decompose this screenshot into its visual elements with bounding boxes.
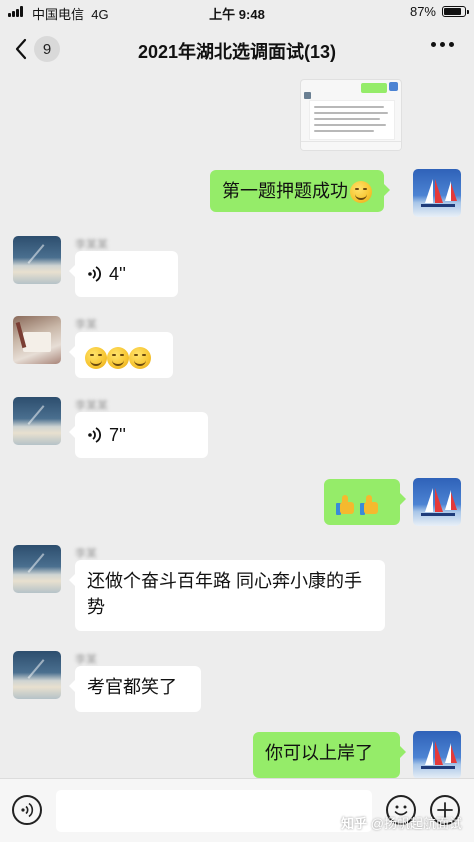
status-time: 上午 9:48: [209, 7, 265, 22]
chat-title: 2021年湖北选调面试(13): [137, 42, 337, 62]
voice-wave-icon: [88, 427, 101, 443]
sender-name: 李某某: [75, 239, 108, 251]
voice-message[interactable]: 4'': [69, 251, 178, 297]
image-message[interactable]: [300, 79, 402, 151]
battery-percent: 87%: [409, 4, 436, 19]
sender-name: 李某: [75, 319, 97, 331]
message-bubble[interactable]: 考官都笑了: [69, 666, 201, 712]
avatar[interactable]: [13, 236, 61, 284]
avatar[interactable]: [413, 478, 461, 526]
message-bubble[interactable]: 你可以上岸了: [253, 732, 406, 778]
status-bar: 中国电信 4G 上午 9:48 87%: [0, 0, 474, 24]
avatar[interactable]: [413, 169, 461, 217]
thumbs-up-emoji: [336, 494, 356, 516]
smirk-emoji: [85, 347, 107, 370]
emoji-message[interactable]: [324, 479, 406, 525]
emoji-message[interactable]: [69, 332, 173, 378]
voice-message[interactable]: 7'': [69, 412, 208, 458]
watermark: 知乎 @扬帆起航面试: [341, 816, 462, 831]
avatar[interactable]: [413, 731, 461, 779]
avatar[interactable]: [13, 545, 61, 593]
message-bubble[interactable]: 还做个奋斗百年路 同心奔小康的手势: [69, 560, 385, 631]
chat-header: 9 2021年湖北选调面试(13): [0, 24, 474, 74]
voice-wave-icon: [88, 266, 101, 282]
back-button[interactable]: 9: [14, 34, 68, 64]
smirk-emoji: [107, 347, 129, 370]
voice-icon[interactable]: [12, 795, 42, 825]
sender-name: 李某某: [75, 400, 108, 412]
input-bar: [0, 778, 474, 842]
avatar[interactable]: [13, 651, 61, 699]
message-input[interactable]: [56, 790, 372, 832]
sender-name: 李某: [75, 654, 97, 666]
message-bubble[interactable]: 第一题押题成功: [210, 170, 390, 212]
smirk-emoji: [129, 347, 151, 370]
thumbs-up-emoji: [360, 494, 380, 516]
more-dots-icon[interactable]: [431, 42, 454, 47]
unread-badge: 9: [34, 36, 60, 62]
grin-emoji: [350, 181, 372, 204]
avatar[interactable]: [13, 316, 61, 364]
avatar[interactable]: [13, 397, 61, 445]
battery-icon: [442, 6, 469, 17]
chevron-left-icon: [15, 38, 27, 60]
sender-name: 李某: [75, 548, 97, 560]
